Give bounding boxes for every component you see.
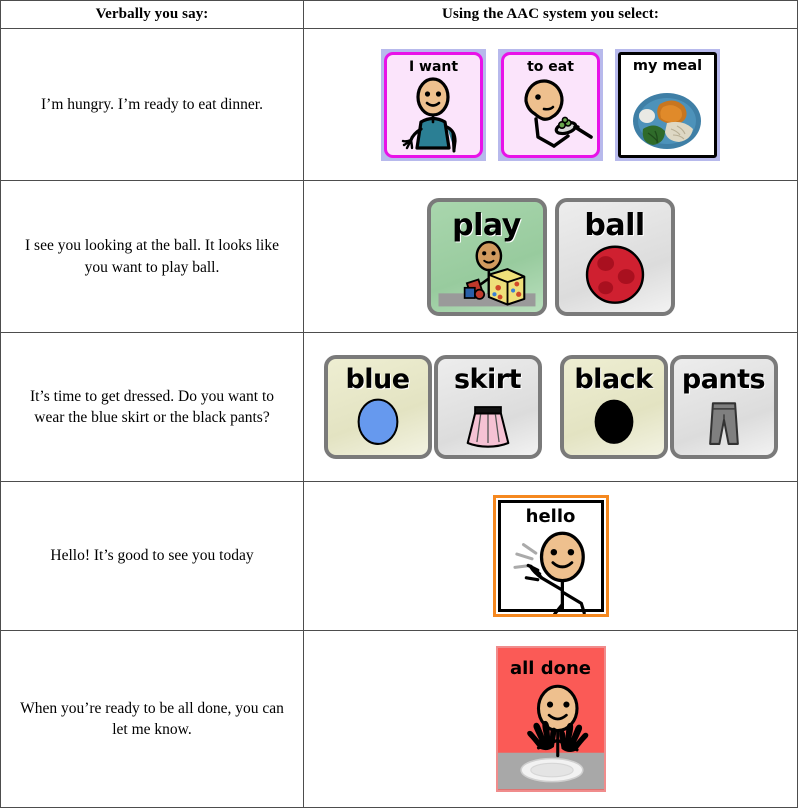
aac-card-label: ball [584, 207, 645, 243]
aac-card-skirt[interactable]: skirt [433, 355, 542, 459]
aac-card-i-want[interactable]: I want [381, 48, 486, 161]
aac-symbol-strip: all done [303, 630, 798, 808]
verbal-phrase: I see you looking at the ball. It looks … [0, 180, 304, 333]
table-header-row: Verbally you say: Using the AAC system y… [0, 0, 798, 29]
table-row: It’s time to get dressed. Do you want to… [0, 332, 798, 482]
aac-symbol-strip: hello [303, 481, 798, 631]
aac-symbol-strip: I want to eat my meal [303, 28, 798, 181]
table-row: I’m hungry. I’m ready to eat dinner. I w… [0, 28, 798, 181]
aac-card-label: skirt [453, 364, 522, 395]
verbal-phrase: I’m hungry. I’m ready to eat dinner. [0, 28, 304, 181]
aac-card-label: black [574, 364, 653, 395]
table-row: When you’re ready to be all done, you ca… [0, 630, 798, 808]
table-row: I see you looking at the ball. It looks … [0, 180, 798, 333]
aac-card-pants[interactable]: pants [669, 355, 778, 459]
aac-card-black[interactable]: black [559, 355, 668, 459]
verbal-phrase: It’s time to get dressed. Do you want to… [0, 332, 304, 482]
verbal-phrase: Hello! It’s good to see you today [0, 481, 304, 631]
column-header-aac: Using the AAC system you select: [303, 0, 798, 29]
aac-card-label: hello [525, 506, 576, 527]
aac-card-ball[interactable]: ball [554, 197, 675, 316]
aac-card-all-done[interactable]: all done [495, 646, 606, 792]
aac-card-play[interactable]: play [426, 197, 547, 316]
aac-card-label: play [452, 207, 521, 243]
column-header-verbal: Verbally you say: [0, 0, 304, 29]
verbal-to-aac-table: Verbally you say: Using the AAC system y… [0, 0, 798, 808]
verbal-phrase: When you’re ready to be all done, you ca… [0, 630, 304, 808]
aac-card-to-eat[interactable]: to eat [498, 48, 603, 161]
aac-card-blue[interactable]: blue [323, 355, 432, 459]
aac-card-label: all done [509, 658, 592, 679]
aac-card-my-meal[interactable]: my meal [615, 48, 720, 161]
aac-symbol-strip: blue skirt black pants [303, 332, 798, 482]
aac-card-label: blue [345, 364, 410, 395]
aac-card-label: to eat [527, 58, 574, 75]
aac-card-label: I want [408, 58, 459, 75]
aac-card-label: my meal [632, 57, 703, 74]
aac-symbol-strip: play ball [303, 180, 798, 333]
table-row: Hello! It’s good to see you today hello [0, 481, 798, 631]
aac-card-label: pants [681, 364, 766, 395]
aac-card-hello[interactable]: hello [492, 495, 609, 617]
